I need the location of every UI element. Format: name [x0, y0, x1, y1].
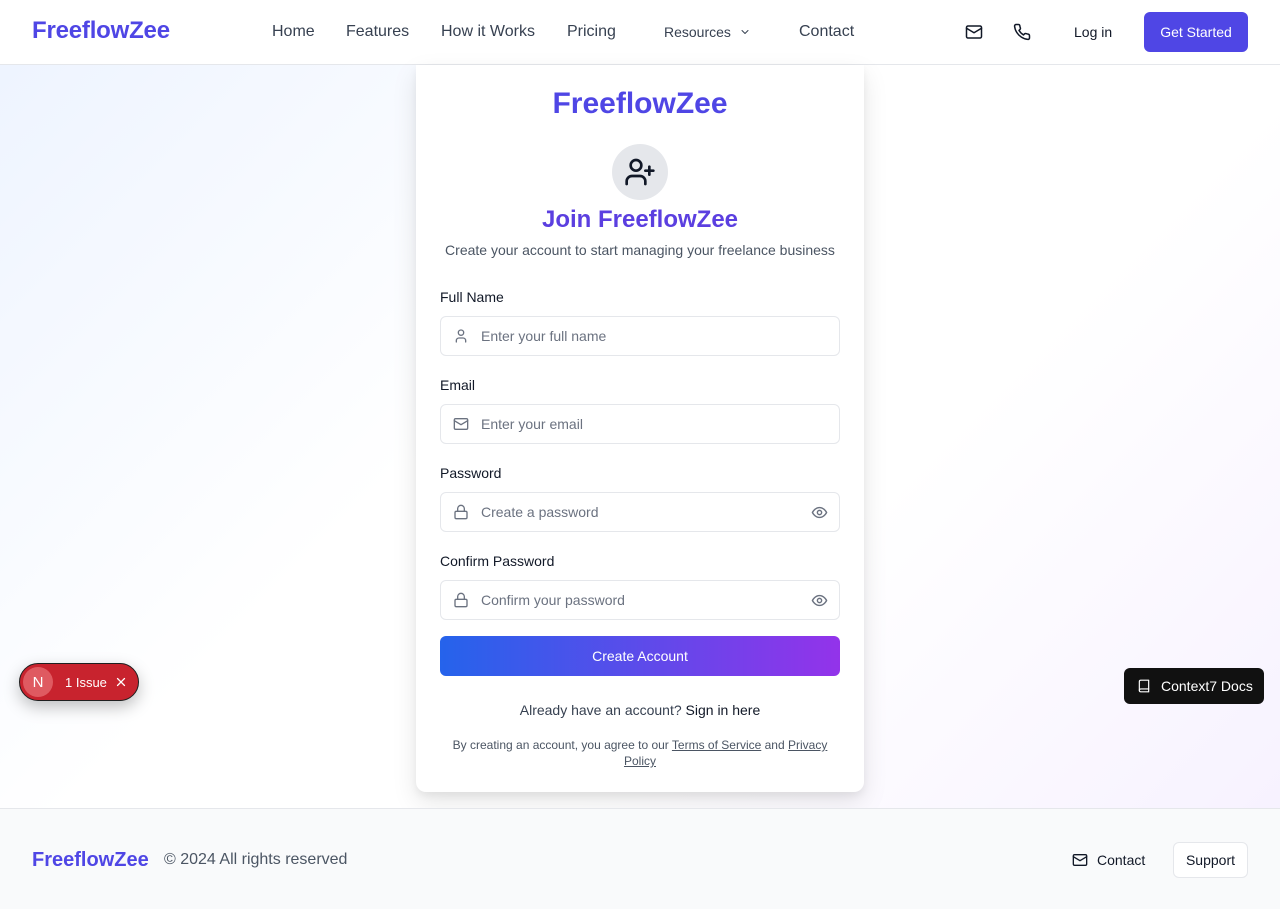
terms-prefix: By creating an account, you agree to our: [452, 738, 669, 752]
footer-contact-link[interactable]: Contact: [1072, 852, 1145, 868]
email-label: Email: [440, 377, 476, 393]
brand-logo[interactable]: FreeflowZee: [32, 17, 170, 45]
signin-link[interactable]: Sign in here: [686, 702, 761, 718]
footer-contact-label: Contact: [1097, 852, 1146, 868]
email-field[interactable]: [440, 404, 840, 444]
password-label: Password: [440, 465, 502, 481]
nav-home[interactable]: Home: [272, 23, 315, 41]
full-name-label: Full Name: [440, 289, 504, 305]
full-name-field[interactable]: [440, 316, 840, 356]
nav-pricing[interactable]: Pricing: [567, 23, 616, 41]
confirm-password-field[interactable]: [440, 580, 840, 620]
context7-docs-button[interactable]: Context7 Docs: [1124, 668, 1264, 704]
chevron-down-icon: [741, 30, 749, 34]
password-input[interactable]: [481, 493, 801, 531]
card-brand: FreeflowZee: [552, 87, 728, 120]
nav-resources-dropdown[interactable]: Resources: [664, 24, 751, 40]
phone-icon[interactable]: [1013, 23, 1031, 41]
eye-icon[interactable]: [811, 592, 828, 609]
lock-icon: [454, 504, 468, 520]
login-link[interactable]: Log in: [1074, 24, 1112, 40]
mail-icon: [453, 418, 469, 430]
signup-card: FreeflowZee Join FreeflowZee Create your…: [416, 65, 864, 792]
create-account-button[interactable]: Create Account: [440, 636, 840, 676]
user-icon: [455, 329, 467, 343]
signin-prompt-text: Already have an account?: [519, 702, 682, 718]
password-field[interactable]: [440, 492, 840, 532]
nav-how-it-works[interactable]: How it Works: [441, 23, 535, 41]
confirm-password-label: Confirm Password: [440, 553, 555, 569]
nav-contact[interactable]: Contact: [799, 23, 854, 41]
copyright-text: © 2024 All rights reserved: [164, 851, 348, 868]
signin-prompt: Already have an account? Sign in here: [416, 702, 864, 718]
support-button[interactable]: Support: [1173, 842, 1248, 878]
user-plus-icon: [625, 158, 655, 186]
full-name-input[interactable]: [481, 317, 801, 355]
site-footer: FreeflowZee © 2024 All rights reserved C…: [0, 808, 1280, 909]
email-input[interactable]: [481, 405, 801, 443]
confirm-password-input[interactable]: [481, 581, 801, 619]
get-started-button[interactable]: Get Started: [1144, 12, 1248, 52]
nav-features[interactable]: Features: [346, 23, 409, 41]
terms-of-service-link[interactable]: Terms of Service: [672, 738, 761, 752]
context7-docs-label: Context7 Docs: [1161, 678, 1253, 694]
close-icon[interactable]: [115, 676, 127, 688]
nav-resources-label: Resources: [664, 24, 731, 40]
issues-badge[interactable]: N 1 Issue: [19, 663, 139, 701]
page-title: Join FreeflowZee: [541, 206, 739, 233]
book-icon: [1138, 679, 1150, 693]
mail-icon: [1072, 854, 1088, 866]
avatar: [612, 144, 668, 200]
terms-notice: By creating an account, you agree to our…: [446, 737, 834, 769]
page-subtitle: Create your account to start managing yo…: [445, 242, 835, 258]
issue-count[interactable]: 1 Issue: [65, 675, 107, 690]
nextjs-logo-icon[interactable]: N: [23, 667, 53, 697]
lock-icon: [454, 592, 468, 608]
eye-icon[interactable]: [811, 504, 828, 521]
mail-icon[interactable]: [965, 23, 983, 41]
terms-and: and: [764, 738, 785, 752]
footer-brand[interactable]: FreeflowZee: [32, 849, 149, 872]
site-header: FreeflowZee Home Features How it Works P…: [0, 0, 1280, 65]
